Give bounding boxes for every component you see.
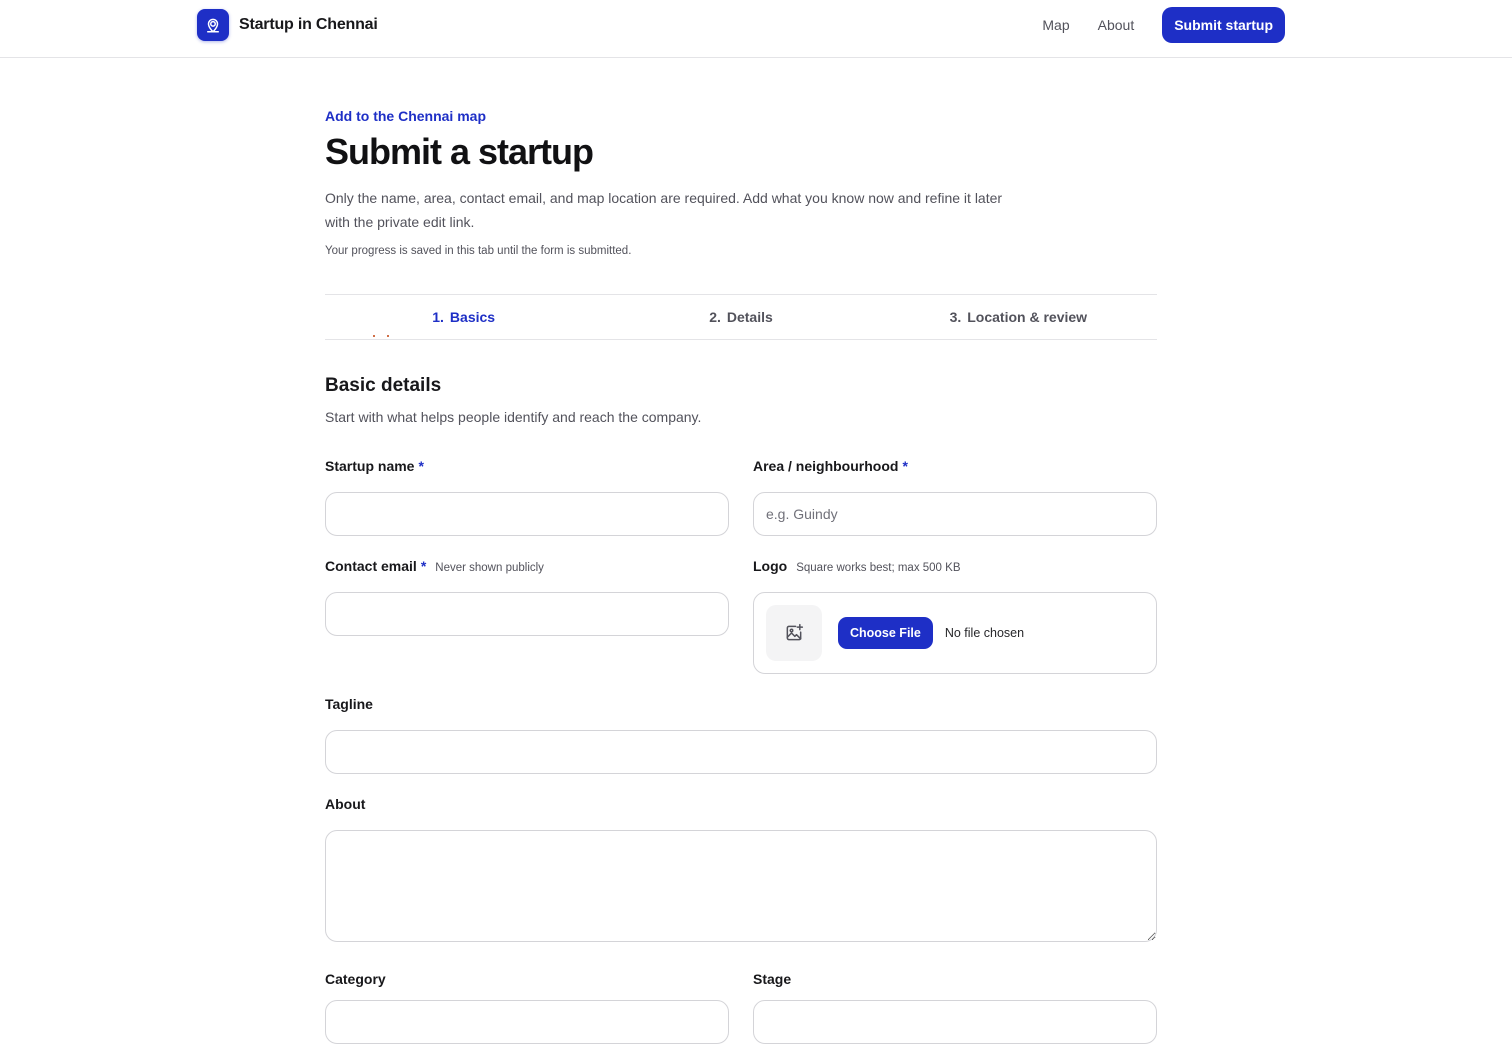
logo-upload: Choose File No file chosen xyxy=(753,592,1157,674)
progress-note: Your progress is saved in this tab until… xyxy=(325,245,632,257)
contact-email-label: Contact email xyxy=(325,558,417,574)
nav-link-about[interactable]: About xyxy=(1098,17,1135,33)
step-label: Details xyxy=(726,309,773,325)
tagline-field: Tagline xyxy=(325,696,1157,774)
form-steps: 1. Basics 2. Details 3. Location & revie… xyxy=(325,294,1157,340)
step-number: 1. xyxy=(432,309,444,325)
file-status: No file chosen xyxy=(944,626,1025,640)
required-marker: * xyxy=(420,558,427,574)
step-location-review[interactable]: 3. Location & review xyxy=(880,295,1157,339)
nav-link-map[interactable]: Map xyxy=(1042,17,1069,33)
page-eyebrow: Add to the Chennai map xyxy=(325,108,486,124)
submit-startup-button[interactable]: Submit startup xyxy=(1162,7,1285,43)
map-pin-icon xyxy=(197,9,229,41)
page-intro: Only the name, area, contact email, and … xyxy=(325,190,1003,230)
startup-name-field: Startup name * xyxy=(325,458,729,536)
step-number: 3. xyxy=(949,309,962,325)
section-subtitle: Start with what helps people identify an… xyxy=(325,409,702,425)
startup-name-input[interactable] xyxy=(325,492,729,536)
stage-label: Stage xyxy=(753,971,792,987)
brand-name: Startup in Chennai xyxy=(239,16,378,33)
about-field: About xyxy=(325,796,1157,947)
step-details[interactable]: 2. Details xyxy=(602,295,879,339)
step-basics[interactable]: 1. Basics xyxy=(325,295,602,339)
step-loading-dots xyxy=(373,335,393,339)
required-marker: * xyxy=(902,458,908,474)
category-field: Category xyxy=(325,971,729,1044)
logo-label: Logo xyxy=(753,558,788,574)
tagline-input[interactable] xyxy=(325,730,1157,774)
about-textarea[interactable] xyxy=(325,830,1157,942)
logo-field: Logo Square works best; max 500 KB Choos… xyxy=(753,558,1157,674)
contact-email-hint: Never shown publicly xyxy=(435,562,544,574)
area-label: Area / neighbourhood xyxy=(753,458,899,474)
image-add-icon xyxy=(766,605,822,661)
step-number: 2. xyxy=(709,309,721,325)
main-nav: Map About Submit startup xyxy=(1042,7,1285,43)
top-navigation-bar: Startup in Chennai Map About Submit star… xyxy=(0,0,1512,58)
area-input[interactable] xyxy=(753,492,1157,536)
step-label: Location & review xyxy=(967,309,1088,325)
contact-email-field: Contact email * Never shown publicly xyxy=(325,558,729,636)
contact-email-input[interactable] xyxy=(325,592,729,636)
page-title: Submit a startup xyxy=(325,131,594,172)
category-label: Category xyxy=(325,971,386,987)
choose-file-button[interactable]: Choose File xyxy=(838,617,933,649)
tagline-label: Tagline xyxy=(325,696,373,712)
brand-link[interactable]: Startup in Chennai xyxy=(197,9,378,41)
required-marker: * xyxy=(418,458,424,474)
stage-field: Stage xyxy=(753,971,1157,1044)
area-field: Area / neighbourhood * xyxy=(753,458,1157,536)
stage-select[interactable] xyxy=(753,1000,1157,1044)
category-select[interactable] xyxy=(325,1000,729,1044)
startup-name-label: Startup name xyxy=(325,458,415,474)
about-label: About xyxy=(325,796,366,812)
step-label: Basics xyxy=(449,309,496,325)
logo-hint: Square works best; max 500 KB xyxy=(796,562,961,574)
section-title: Basic details xyxy=(325,375,442,396)
